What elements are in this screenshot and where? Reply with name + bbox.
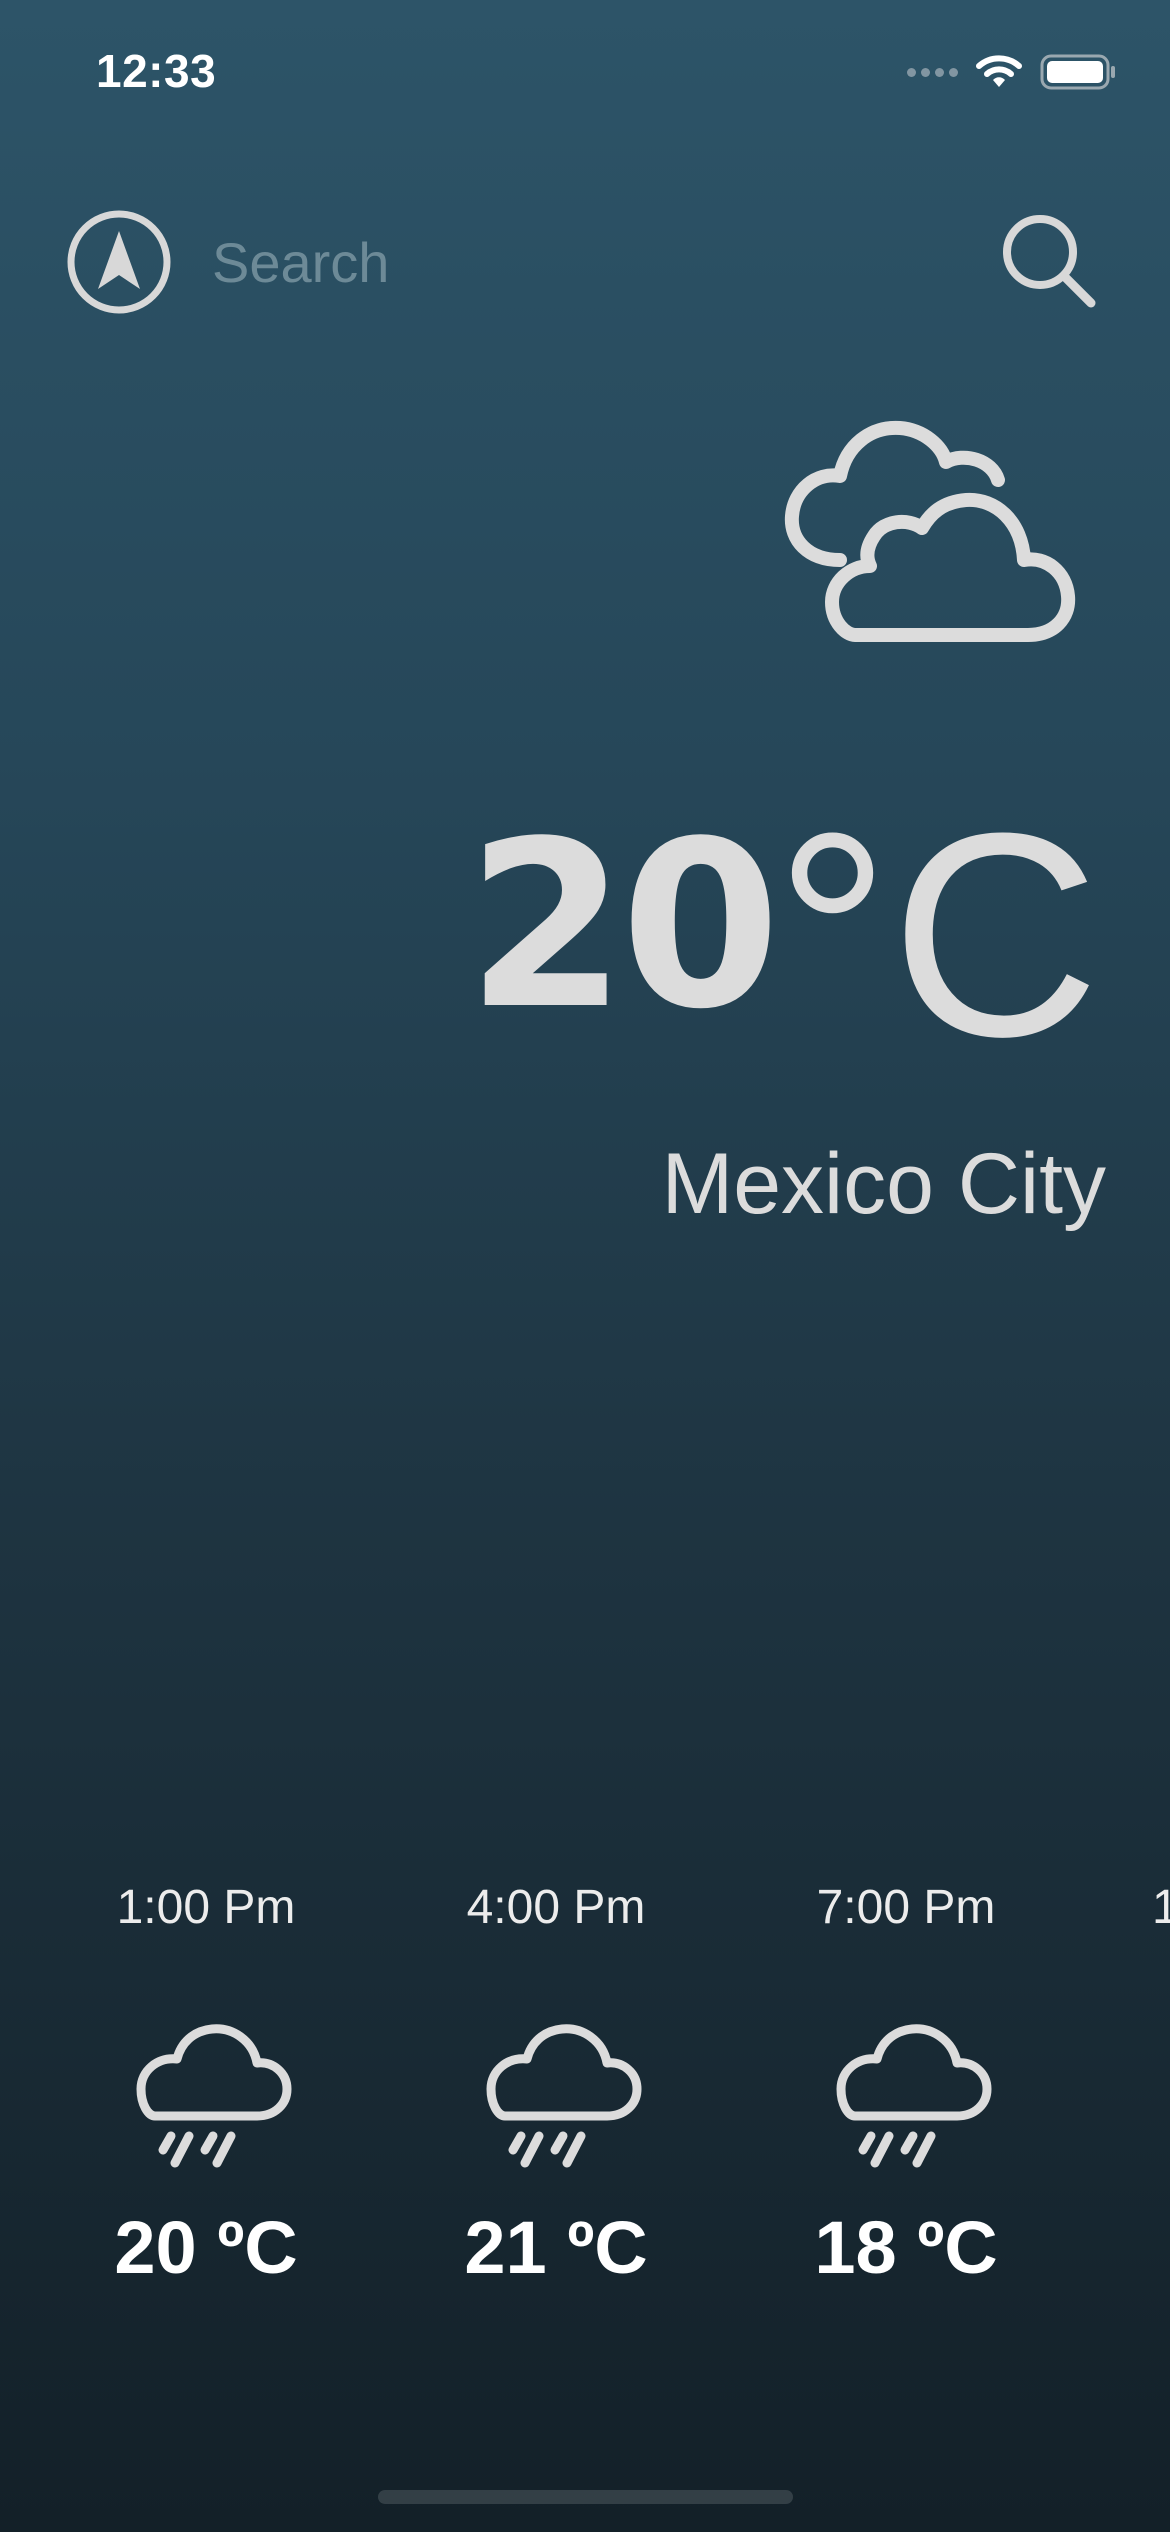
cellular-signal-icon [907,67,958,77]
forecast-time: 4:00 Pm [466,1881,646,1934]
search-button[interactable] [996,208,1100,312]
forecast-item: 1 [1152,1880,1170,1935]
location-arrow-icon [67,210,171,314]
temperature-unit: °C [774,773,1100,1097]
current-location-button[interactable] [66,209,172,315]
forecast-time: 1:00 Pm [116,1881,296,1934]
search-icon [1003,215,1096,308]
search-input[interactable] [212,222,932,302]
weather-screen: 12:33 Search 20 °C Mexico City 1:00 Pm 2… [0,0,1170,2532]
status-indicators [907,54,1116,90]
rain-cloud-icon [136,2024,292,2168]
current-temperature: 20 °C [467,790,1100,1080]
forecast-temperature: 18 ºC [814,2206,998,2289]
forecast-temperature: 21 ºC [464,2206,648,2289]
forecast-item: 4:00 Pm 21 ºC [386,1880,726,2290]
cloud-icon [784,420,1076,642]
home-indicator[interactable] [378,2490,793,2504]
forecast-item: 1:00 Pm 20 ºC [36,1880,376,2290]
hourly-forecast[interactable]: 1:00 Pm 20 ºC 4:00 Pm 21 ºC 7:00 Pm 18 º… [0,1880,1170,2340]
forecast-temperature: 20 ºC [114,2206,298,2289]
battery-icon [1040,54,1115,90]
rain-cloud-icon [486,2024,642,2168]
rain-cloud-icon [836,2024,992,2168]
city-name: Mexico City [661,1136,1106,1232]
temperature-value: 20 [466,793,781,1060]
status-time: 12:33 [96,45,217,97]
wifi-icon [976,55,1022,87]
forecast-item: 7:00 Pm 18 ºC [736,1880,1076,2290]
forecast-time: 7:00 Pm [816,1881,996,1934]
forecast-time: 1 [1152,1881,1170,1934]
